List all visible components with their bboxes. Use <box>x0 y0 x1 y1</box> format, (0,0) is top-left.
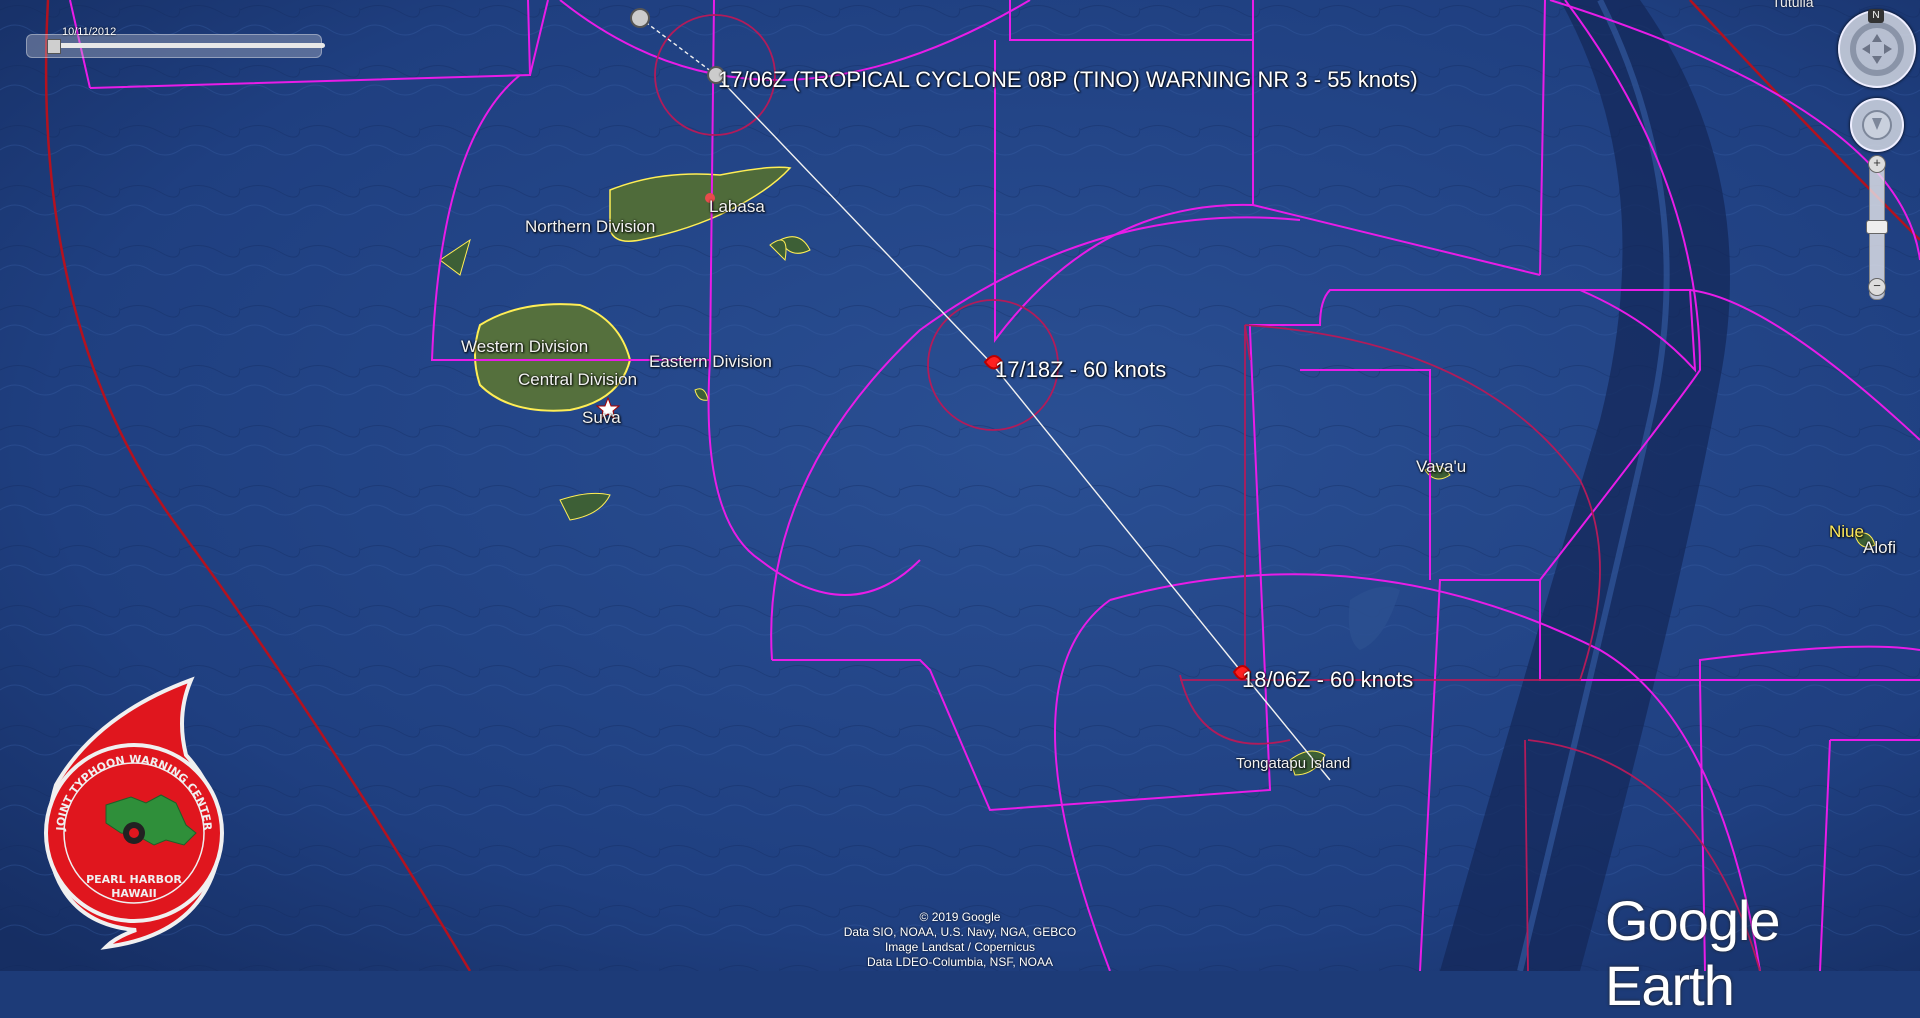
place-vavau: Vava'u <box>1416 457 1467 476</box>
place-eastern-division: Eastern Division <box>649 352 772 371</box>
time-slider-date: 10/11/2012 <box>62 26 117 38</box>
place-northern-division: Northern Division <box>525 217 656 236</box>
compass-icon[interactable] <box>1840 12 1914 86</box>
map-attribution: © 2019 Google Data SIO, NOAA, U.S. Navy,… <box>760 910 1160 970</box>
jtwc-logo-line1: PEARL HARBOR <box>86 873 182 886</box>
look-joystick-icon[interactable] <box>1852 100 1902 150</box>
place-alofi: Alofi <box>1863 538 1897 557</box>
place-tutuila: Tutuila <box>1772 0 1814 10</box>
north-indicator[interactable]: N <box>1868 9 1884 23</box>
zoom-in-button[interactable]: + <box>1868 155 1886 173</box>
attribution-line-2: Data SIO, NOAA, U.S. Navy, NGA, GEBCO <box>843 925 1077 939</box>
place-labasa: Labasa <box>709 197 765 216</box>
attribution-line-1: © 2019 Google <box>919 910 1001 924</box>
place-suva: Suva <box>582 408 621 427</box>
zoom-slider-knob[interactable] <box>1866 220 1888 234</box>
zoom-out-button[interactable]: − <box>1868 278 1886 296</box>
warning-label-2: 17/18Z - 60 knots <box>995 357 1167 382</box>
time-slider-thumb[interactable] <box>47 39 61 54</box>
time-slider-track[interactable] <box>49 43 325 48</box>
place-niue: Niue <box>1829 522 1864 541</box>
warning-label-3: 18/06Z - 60 knots <box>1242 667 1414 692</box>
jtwc-logo-line2: HAWAII <box>111 887 157 900</box>
google-earth-logo: Google Earth <box>1605 889 1781 1017</box>
jtwc-logo: JOINT TYPHOON WARNING CENTER PEARL HARBO… <box>44 676 224 950</box>
place-western-division: Western Division <box>461 337 589 356</box>
attribution-line-4: Data LDEO-Columbia, NSF, NOAA <box>866 955 1054 969</box>
satellite-map[interactable] <box>0 0 1920 971</box>
attribution-line-3: Image Landsat / Copernicus <box>884 940 1036 954</box>
navigation-compass[interactable]: N <box>1838 9 1916 88</box>
place-central-division: Central Division <box>518 370 638 389</box>
warning-label-1: 17/06Z (TROPICAL CYCLONE 08P (TINO) WARN… <box>718 67 1418 92</box>
look-joystick[interactable] <box>1850 98 1904 152</box>
place-tongatapu: Tongatapu Island <box>1236 755 1351 772</box>
